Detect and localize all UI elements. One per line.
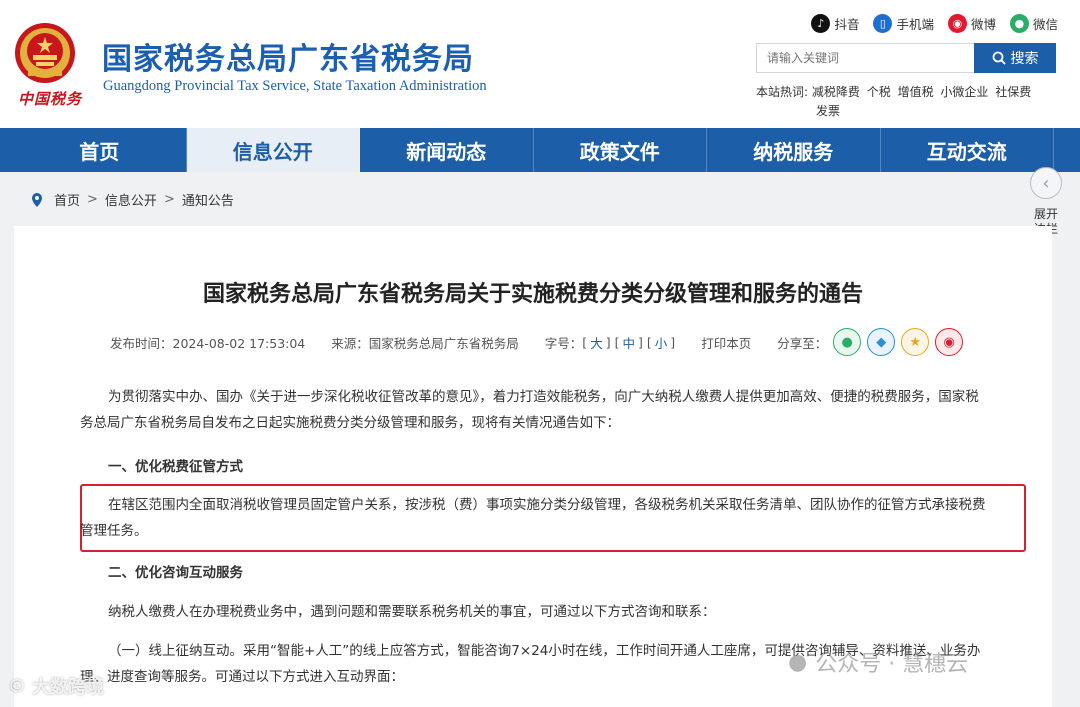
wechat-icon: ●: [1009, 14, 1029, 33]
watermark-left-text: 大数跨境: [32, 677, 104, 698]
section-heading: 一、优化税费征管方式: [108, 459, 243, 475]
social-label: 微博: [970, 17, 996, 32]
location-pin-icon: [32, 192, 42, 207]
breadcrumb-home[interactable]: 首页: [54, 190, 80, 209]
article-source: 来源：国家税务总局广东省税务局: [331, 335, 519, 351]
chevron-left-icon: ‹: [1030, 167, 1062, 199]
breadcrumb: 首页 > 信息公开 > 通知公告: [30, 190, 234, 209]
hotwords: 本站热词: 减税降费 个税 增值税 小微企业 社保费 发票: [756, 83, 1046, 121]
nav-item-policy[interactable]: 政策文件: [534, 128, 707, 172]
article-panel: 国家税务总局广东省税务局关于实施税费分类分级管理和服务的通告 发布时间：2024…: [14, 226, 1052, 707]
nav-item-info-disclosure[interactable]: 信息公开: [186, 128, 360, 172]
share-weibo-icon[interactable]: ◉: [935, 328, 964, 356]
nav-item-interaction[interactable]: 互动交流: [881, 128, 1054, 172]
social-item-mobile[interactable]: ▯ 手机端: [873, 14, 934, 33]
site-title[interactable]: 国家税务总局广东省税务局: [102, 34, 474, 78]
watermark-logo-icon: ©: [8, 675, 26, 697]
share-label: 分享至：: [777, 335, 828, 351]
hotword-link[interactable]: 发票: [816, 104, 840, 118]
hotword-link[interactable]: 减税降费: [812, 85, 860, 99]
breadcrumb-info[interactable]: 信息公开: [105, 190, 157, 209]
social-label: 抖音: [834, 17, 860, 32]
article-title: 国家税务总局广东省税务局关于实施税费分类分级管理和服务的通告: [202, 282, 863, 307]
hotwords-prefix: 本站热词:: [756, 85, 809, 99]
site-header: 中国税务 国家税务总局广东省税务局 Guangdong Provincial T…: [0, 0, 1080, 128]
font-size-large-button[interactable]: 大: [590, 333, 603, 352]
social-label: 手机端: [896, 17, 934, 32]
search-input[interactable]: [756, 43, 974, 73]
breadcrumb-notices[interactable]: 通知公告: [182, 190, 234, 209]
article-paragraph: 纳税人缴费人在办理税费业务中，遇到问题和需要联系税务机关的事宜，可通过以下方式咨…: [108, 604, 716, 620]
social-links: ♪ 抖音 ▯ 手机端 ◉ 微博 ● 微信: [811, 14, 1058, 33]
wechat-watermark-icon: ●: [788, 649, 808, 675]
hotword-link[interactable]: 小微企业: [940, 85, 988, 99]
nav-item-tax-service[interactable]: 纳税服务: [707, 128, 881, 172]
hotword-link[interactable]: 社保费: [995, 85, 1031, 99]
article-paragraph: 为贯彻落实中办、国办《关于进一步深化税收征管改革的意见》，着力打造效能税务，向广…: [80, 389, 979, 431]
search-button[interactable]: 搜索: [974, 43, 1056, 73]
share-wechat-icon[interactable]: ●: [833, 328, 862, 356]
font-size-label: 字号：: [544, 335, 583, 351]
hotword-link[interactable]: 个税: [867, 85, 891, 99]
search-button-label: 搜索: [1010, 51, 1039, 67]
social-label: 微信: [1032, 17, 1058, 32]
article-meta: 发布时间：2024-08-02 17:53:04 来源：国家税务总局广东省税务局…: [110, 328, 964, 356]
social-item-weibo[interactable]: ◉ 微博: [947, 14, 996, 33]
logo-script-text: 中国税务: [18, 90, 83, 108]
national-emblem-icon: [15, 23, 75, 83]
share-qzone-icon[interactable]: ★: [901, 328, 930, 356]
font-size-small-button[interactable]: 小: [655, 333, 668, 352]
breadcrumb-separator: >: [87, 192, 98, 207]
search-icon: [992, 51, 1006, 65]
watermark-right-text: 公众号 · 慧穗云: [815, 652, 969, 677]
nav-item-news[interactable]: 新闻动态: [360, 128, 534, 172]
main-nav: 首页 信息公开 新闻动态 政策文件 纳税服务 互动交流: [0, 128, 1080, 172]
social-item-douyin[interactable]: ♪ 抖音: [811, 14, 859, 33]
social-item-wechat[interactable]: ● 微信: [1009, 14, 1058, 33]
weibo-icon: ◉: [947, 14, 967, 33]
search-box: 搜索: [756, 43, 1056, 73]
publish-time: 发布时间：2024-08-02 17:53:04: [110, 335, 306, 351]
mobile-icon: ▯: [873, 14, 893, 33]
watermark-left: © 大数跨境: [8, 673, 104, 699]
nav-item-home[interactable]: 首页: [13, 128, 187, 172]
font-size-medium-button[interactable]: 中: [622, 333, 635, 352]
breadcrumb-separator: >: [163, 192, 175, 207]
article-paragraph-highlighted: 在辖区范围内全面取消税收管理员固定管户关系，按涉税（费）事项实施分类分级管理，各…: [80, 497, 986, 539]
section-heading: 二、优化咨询互动服务: [108, 565, 243, 581]
site-subtitle: Guangdong Provincial Tax Service, State …: [103, 78, 487, 94]
hotword-link[interactable]: 增值税: [898, 85, 934, 99]
douyin-icon: ♪: [811, 14, 831, 33]
share-qq-icon[interactable]: ◆: [867, 328, 896, 356]
watermark-right: ● 公众号 · 慧穗云: [788, 646, 968, 678]
print-button[interactable]: 打印本页: [701, 333, 751, 352]
